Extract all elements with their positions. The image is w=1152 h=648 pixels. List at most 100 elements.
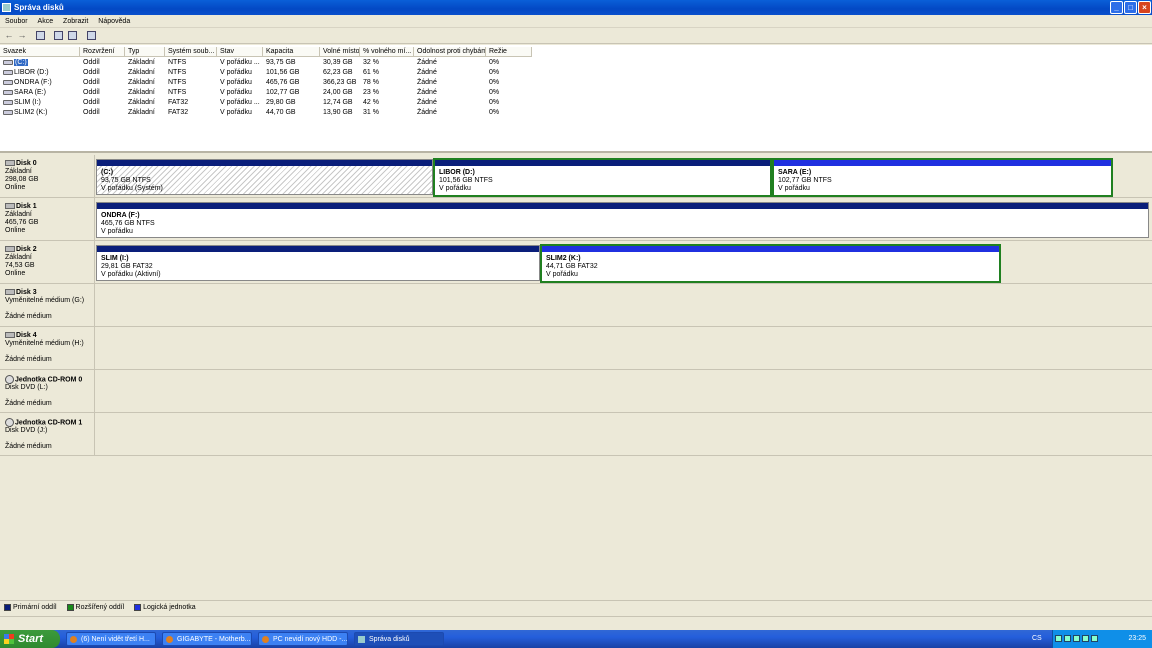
cdrom-0-label[interactable]: Jednotka CD-ROM 0 Disk DVD (L:) Žádné mé… <box>0 370 95 413</box>
cell-filesystem: NTFS <box>168 79 187 86</box>
partition-status: V pořádku <box>439 185 471 192</box>
menu-help[interactable]: Nápověda <box>93 15 133 25</box>
network-icon[interactable] <box>1055 634 1062 642</box>
col-layout[interactable]: Rozvržení <box>80 47 125 57</box>
partition-d[interactable]: LIBOR (D:) 101,56 GB NTFS V pořádku <box>433 158 772 197</box>
col-filesystem[interactable]: Systém soub... <box>165 47 217 57</box>
forward-arrow-icon[interactable]: → <box>17 30 27 41</box>
col-overhead[interactable]: Režie <box>486 47 532 57</box>
partition-k[interactable]: SLIM2 (K:) 44,71 GB FAT32 V pořádku <box>540 244 1001 283</box>
disk-0-label[interactable]: Disk 0 Základní 298,08 GB Online <box>0 155 95 198</box>
disk-name: Disk 3 <box>16 289 37 296</box>
legend: Primární oddíl Rozšířený oddíl Logická j… <box>0 600 1152 616</box>
col-capacity[interactable]: Kapacita <box>263 47 320 57</box>
drive-icon <box>3 69 13 75</box>
cell-volume: SLIM (I:) <box>0 98 80 108</box>
disk-3-label[interactable]: Disk 3 Vyměnitelné médium (G:) Žádné méd… <box>0 284 95 327</box>
cell-filesystem: NTFS <box>168 59 187 66</box>
clock[interactable]: 23:25 <box>1128 630 1146 648</box>
disk-name: Disk 2 <box>16 246 37 253</box>
messenger-icon[interactable] <box>1091 634 1098 642</box>
cell-type: Základní <box>128 69 155 76</box>
partition-c[interactable]: (C:) 93,75 GB NTFS V pořádku (Systém) <box>96 159 433 195</box>
disk-name: Jednotka CD-ROM 1 <box>15 419 83 427</box>
volume-row[interactable]: LIBOR (D:) Oddíl Základní NTFS V pořádku 101,… <box>0 68 540 78</box>
cell-capacity: 101,56 GB <box>266 69 300 76</box>
volume-row[interactable]: (C:) Oddíl Základní NTFS V pořádku ... 93,75 … <box>0 58 540 68</box>
cell-overhead: 0% <box>489 99 500 106</box>
firefox-icon <box>166 636 173 643</box>
logical-drive-bar <box>774 160 1111 166</box>
hard-disk-icon <box>5 246 15 253</box>
cell-volume: SLIM2 (K:) <box>0 108 80 118</box>
legend-swatch <box>134 604 142 611</box>
volume-row[interactable]: ONDRA (F:) Oddíl Základní NTFS V pořádku 465,… <box>0 78 540 88</box>
col-status[interactable]: Stav <box>217 47 263 57</box>
volume-icon[interactable] <box>1073 634 1080 642</box>
back-arrow-icon[interactable]: ← <box>4 30 14 41</box>
taskbar: Start (6) Není vidět třetí H... GIGABYTE… <box>0 630 1152 648</box>
menu-view[interactable]: Zobrazit <box>58 15 91 25</box>
col-volume[interactable]: Svazek <box>0 47 80 57</box>
menu-file[interactable]: Soubor <box>0 15 31 25</box>
taskbar-item-disk-management[interactable]: Správa disků <box>354 632 444 646</box>
disk-2-partitions: SLIM (I:) 29,81 GB FAT32 V pořádku (Aktivn… <box>95 241 1152 284</box>
close-button[interactable]: × <box>1138 1 1151 14</box>
firefox-icon <box>70 636 77 643</box>
cell-volume: SARA (E:) <box>0 88 80 98</box>
col-free-space[interactable]: Volné místo <box>320 47 360 57</box>
volume-row[interactable]: SARA (E:) Oddíl Základní NTFS V pořádku 102,7… <box>0 88 540 98</box>
legend-label: Primární oddíl <box>13 604 57 612</box>
volume-row[interactable]: SLIM (I:) Oddíl Základní FAT32 V pořádku ...… <box>0 98 540 108</box>
disk-status: Online <box>5 227 26 234</box>
cell-free-percent: 23 % <box>363 89 379 96</box>
cell-fault-tolerance: Žádné <box>417 59 437 66</box>
cdrom-1-label[interactable]: Jednotka CD-ROM 1 Disk DVD (J:) Žádné mé… <box>0 413 95 456</box>
taskbar-item-firefox-2[interactable]: GIGABYTE - Motherb... <box>162 632 252 646</box>
cell-layout: Oddíl <box>83 69 100 76</box>
security-icon[interactable] <box>1064 634 1071 642</box>
start-button[interactable]: Start <box>0 630 60 648</box>
disk-4-label[interactable]: Disk 4 Vyměnitelné médium (H:) Žádné méd… <box>0 327 95 370</box>
volume-row[interactable]: SLIM2 (K:) Oddíl Základní FAT32 V pořádku 44,… <box>0 108 540 118</box>
cell-filesystem: NTFS <box>168 89 187 96</box>
partition-size: 101,56 GB NTFS <box>439 177 493 184</box>
cell-filesystem: NTFS <box>168 69 187 76</box>
col-free-percent[interactable]: % volného mí... <box>360 47 414 57</box>
partition-e[interactable]: SARA (E:) 102,77 GB NTFS V pořádku <box>772 158 1113 197</box>
disk-size: 465,76 GB <box>5 219 39 226</box>
col-fault-tolerance[interactable]: Odolnost proti chybám <box>414 47 486 57</box>
drive-icon <box>3 89 13 95</box>
maximize-button[interactable]: □ <box>1124 1 1137 14</box>
language-indicator[interactable]: CS <box>1032 630 1042 648</box>
menu-action[interactable]: Akce <box>33 15 57 25</box>
disk-1-label[interactable]: Disk 1 Základní 465,76 GB Online <box>0 198 95 241</box>
cell-type: Základní <box>128 109 155 116</box>
properties-icon[interactable] <box>68 31 77 40</box>
taskbar-item-firefox-3[interactable]: PC nevidí nový HDD -... <box>258 632 348 646</box>
drive-icon <box>3 99 13 105</box>
console-tree-icon[interactable] <box>36 31 45 40</box>
primary-partition-bar <box>97 203 1148 209</box>
cell-free-percent: 78 % <box>363 79 379 86</box>
disk-2-label[interactable]: Disk 2 Základní 74,53 GB Online <box>0 241 95 284</box>
update-icon[interactable] <box>1082 634 1089 642</box>
disk-type: Vyměnitelné médium (H:) <box>5 340 84 347</box>
cell-fault-tolerance: Žádné <box>417 79 437 86</box>
minimize-button[interactable]: _ <box>1110 1 1123 14</box>
system-tray: 23:25 <box>1052 630 1152 648</box>
volume-name: LIBOR (D:) <box>14 69 49 76</box>
col-type[interactable]: Typ <box>125 47 165 57</box>
partition-f[interactable]: ONDRA (F:) 465,76 GB NTFS V pořádku <box>96 202 1149 238</box>
disk-type: Základní <box>5 211 32 218</box>
cell-overhead: 0% <box>489 79 500 86</box>
partition-size: 465,76 GB NTFS <box>101 220 155 227</box>
taskbar-item-firefox-1[interactable]: (6) Není vidět třetí H... <box>66 632 156 646</box>
hard-disk-icon <box>5 160 15 167</box>
help-icon[interactable] <box>54 31 63 40</box>
disk-graph-view: Disk 0 Základní 298,08 GB Online (C:) 93,… <box>0 155 1152 600</box>
partition-i[interactable]: SLIM (I:) 29,81 GB FAT32 V pořádku (Aktivn… <box>96 245 540 281</box>
cell-free-percent: 61 % <box>363 69 379 76</box>
settings-icon[interactable] <box>87 31 96 40</box>
cell-fault-tolerance: Žádné <box>417 69 437 76</box>
